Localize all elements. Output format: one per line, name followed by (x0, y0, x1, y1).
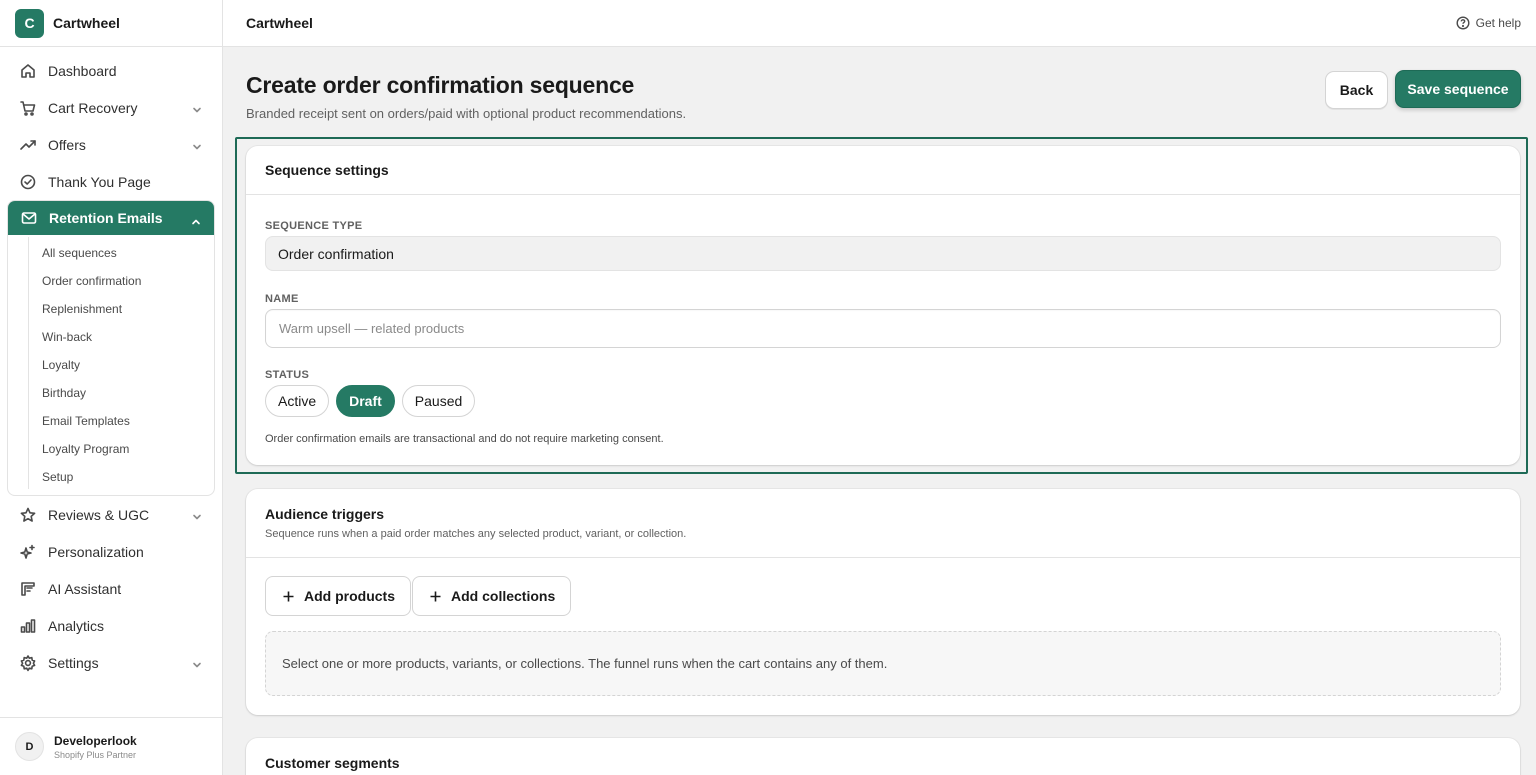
nav-label: Settings (48, 654, 99, 671)
gear-icon (19, 654, 37, 672)
brand[interactable]: C Cartwheel (0, 0, 222, 47)
chevron-down-icon (192, 102, 202, 113)
nav-group-retention: Retention Emails All sequences Order con… (7, 200, 215, 496)
page-title: Create order confirmation sequence (246, 72, 635, 98)
chevron-down-icon (192, 139, 202, 150)
sub-item-order-confirmation[interactable]: Order confirmation (8, 267, 214, 295)
chevron-down-icon (192, 509, 202, 520)
sequence-settings-card: Sequence settings SEQUENCE TYPE Order co… (246, 146, 1520, 465)
status-option-draft[interactable]: Draft (336, 385, 395, 417)
nav-item-ai-assistant[interactable]: AI Assistant (7, 570, 215, 607)
check-circle-icon (19, 173, 37, 191)
card-title: Sequence settings (265, 162, 389, 178)
status-option-paused[interactable]: Paused (401, 385, 476, 417)
sub-item-setup[interactable]: Setup (8, 463, 214, 491)
nav-label: Dashboard (48, 62, 117, 79)
empty-state: Select one or more products, variants, o… (265, 631, 1501, 696)
nav-label: Personalization (48, 543, 144, 560)
card-description: Sequence runs when a paid order matches … (265, 528, 687, 540)
status-option-active[interactable]: Active (265, 385, 330, 417)
audience-triggers-card: Audience triggers Sequence runs when a p… (246, 489, 1520, 715)
nav-item-reviews[interactable]: Reviews & UGC (7, 496, 215, 533)
nav-label: Cart Recovery (48, 99, 138, 116)
brand-name: Cartwheel (53, 15, 120, 31)
name-input[interactable] (265, 309, 1501, 348)
add-products-label: Add products (304, 588, 395, 604)
add-products-button[interactable]: Add products (265, 576, 411, 616)
nav-label: Reviews & UGC (48, 506, 150, 523)
save-sequence-button[interactable]: Save sequence (1395, 70, 1521, 108)
nav-item-offers[interactable]: Offers (7, 126, 215, 163)
consent-hint: Order confirmation emails are transactio… (265, 433, 664, 445)
add-collections-label: Add collections (451, 588, 556, 604)
sequence-type-label: SEQUENCE TYPE (265, 220, 363, 232)
sub-item-all-sequences[interactable]: All sequences (8, 239, 214, 267)
user-name: Developerlook (54, 733, 137, 748)
nav-item-analytics[interactable]: Analytics (7, 607, 215, 644)
customer-segments-card: Customer segments (246, 738, 1520, 775)
nav-item-cart-recovery[interactable]: Cart Recovery (7, 89, 215, 126)
back-button[interactable]: Back (1325, 71, 1388, 109)
user-role: Shopify Plus Partner (54, 749, 137, 760)
help-icon (1456, 16, 1470, 30)
chevron-up-icon (191, 214, 201, 225)
nav-item-dashboard[interactable]: Dashboard (7, 52, 215, 89)
add-collections-button[interactable]: Add collections (412, 576, 572, 616)
bar-chart-icon (19, 617, 37, 635)
main-nav: Dashboard Cart Recovery Offers Thank You… (0, 47, 222, 681)
home-icon (19, 62, 37, 80)
status-toggle: Active Draft Paused (265, 385, 476, 417)
sub-item-win-back[interactable]: Win-back (8, 323, 214, 351)
status-label: STATUS (265, 369, 310, 381)
sub-item-email-templates[interactable]: Email Templates (8, 407, 214, 435)
nav-item-personalization[interactable]: Personalization (7, 533, 215, 570)
ai-icon (19, 580, 37, 598)
sub-item-birthday[interactable]: Birthday (8, 379, 214, 407)
nav-label: Offers (48, 136, 86, 153)
nav-item-settings[interactable]: Settings (7, 644, 215, 681)
sidebar: C Cartwheel Dashboard Cart Recovery Offe… (0, 0, 223, 775)
sub-item-replenishment[interactable]: Replenishment (8, 295, 214, 323)
plus-icon (430, 591, 441, 601)
plus-icon (283, 591, 294, 601)
chevron-down-icon (192, 657, 202, 668)
topbar: Cartwheel Get help (223, 0, 1536, 47)
cart-icon (19, 99, 37, 117)
get-help-link[interactable]: Get help (1456, 16, 1521, 30)
sequence-type-field[interactable]: Order confirmation (265, 236, 1501, 271)
avatar: D (15, 732, 44, 761)
trend-icon (19, 136, 37, 154)
star-icon (19, 506, 37, 524)
nav-item-thank-you-page[interactable]: Thank You Page (7, 163, 215, 200)
card-title: Audience triggers (265, 506, 385, 522)
nav-label: AI Assistant (48, 580, 122, 597)
nav-label: Retention Emails (49, 210, 163, 226)
retention-sub-list: All sequences Order confirmation Repleni… (8, 235, 214, 495)
main-content: Create order confirmation sequence Brand… (223, 48, 1536, 775)
sparkle-icon (19, 543, 37, 561)
sub-item-loyalty[interactable]: Loyalty (8, 351, 214, 379)
name-label: NAME (265, 293, 299, 305)
user-profile[interactable]: D Developerlook Shopify Plus Partner (0, 717, 222, 775)
nav-label: Analytics (48, 617, 105, 634)
nav-label: Thank You Page (48, 173, 151, 190)
mail-icon (20, 209, 38, 227)
card-title: Customer segments (265, 755, 400, 771)
get-help-label: Get help (1475, 16, 1521, 30)
sub-item-loyalty-program[interactable]: Loyalty Program (8, 435, 214, 463)
nav-item-retention-emails[interactable]: Retention Emails (8, 201, 214, 235)
brand-logo: C (15, 8, 44, 38)
page-subtitle: Branded receipt sent on orders/paid with… (246, 106, 687, 121)
topbar-title: Cartwheel (246, 15, 313, 31)
